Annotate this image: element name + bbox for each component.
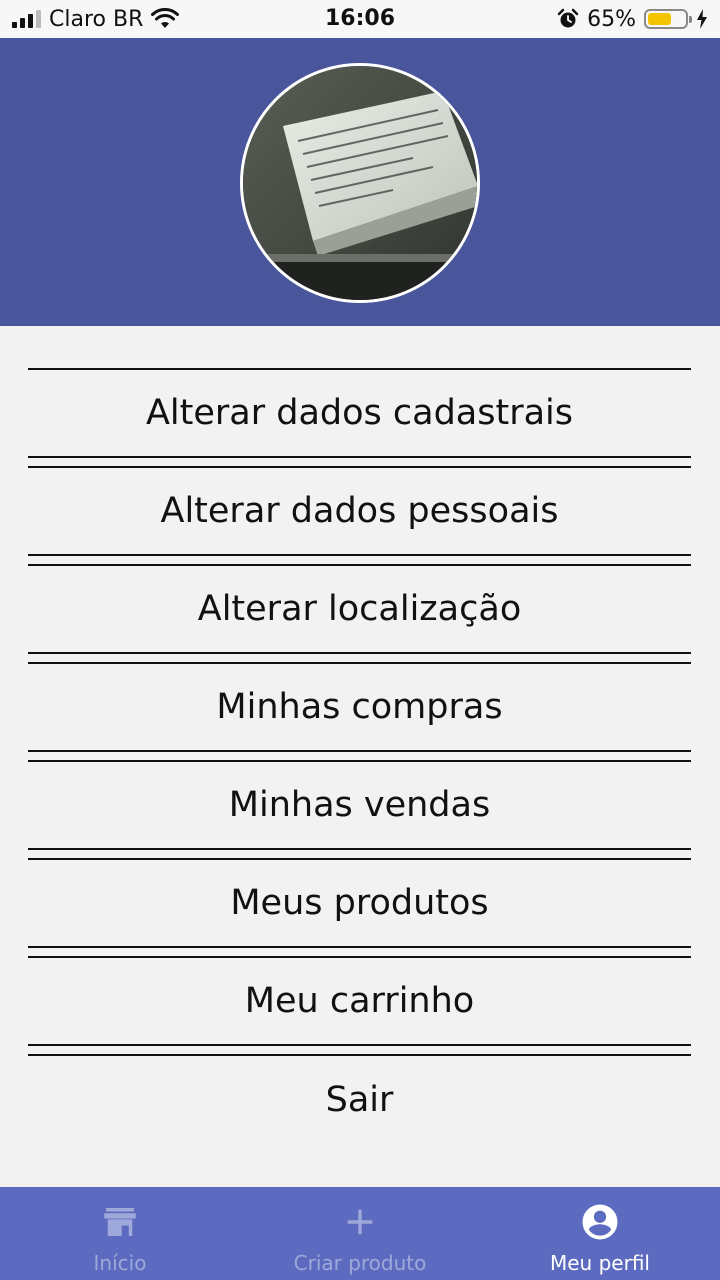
- profile-avatar[interactable]: [240, 63, 480, 303]
- status-right: 65%: [557, 4, 708, 34]
- menu-item-minhas-compras[interactable]: Minhas compras: [28, 662, 691, 752]
- profile-menu: Alterar dados cadastrais Alterar dados p…: [28, 368, 691, 1152]
- plus-icon: [347, 1209, 373, 1235]
- profile-photo-image: [243, 66, 477, 300]
- bottom-tab-bar: Início Criar produto Meu perfil: [0, 1187, 720, 1280]
- tab-inicio[interactable]: Início: [0, 1187, 240, 1280]
- profile-screen: Claro BR 16:06 65% Alterar dados cadastr…: [0, 0, 720, 1280]
- battery-level: [648, 13, 672, 25]
- menu-item-minhas-vendas[interactable]: Minhas vendas: [28, 760, 691, 850]
- profile-header: [0, 38, 720, 326]
- account-circle-icon: [582, 1204, 618, 1240]
- store-icon: [104, 1208, 136, 1236]
- charging-bolt-icon: [697, 9, 707, 29]
- alarm-icon: [557, 8, 579, 28]
- tab-criar-produto[interactable]: Criar produto: [240, 1187, 480, 1280]
- battery-percent: 65%: [587, 6, 636, 32]
- menu-item-meu-carrinho[interactable]: Meu carrinho: [28, 956, 691, 1046]
- menu-item-alterar-localizacao[interactable]: Alterar localização: [28, 564, 691, 654]
- status-bar: Claro BR 16:06 65%: [0, 0, 720, 38]
- menu-item-alterar-dados-pessoais[interactable]: Alterar dados pessoais: [28, 466, 691, 556]
- menu-item-alterar-dados-cadastrais[interactable]: Alterar dados cadastrais: [28, 368, 691, 458]
- battery-icon: [644, 9, 692, 29]
- tab-label-meu-perfil: Meu perfil: [550, 1251, 650, 1275]
- menu-item-sair[interactable]: Sair: [28, 1054, 691, 1144]
- menu-item-meus-produtos[interactable]: Meus produtos: [28, 858, 691, 948]
- tab-meu-perfil[interactable]: Meu perfil: [480, 1187, 720, 1280]
- tab-label-criar-produto: Criar produto: [293, 1251, 427, 1275]
- tab-label-inicio: Início: [93, 1251, 147, 1275]
